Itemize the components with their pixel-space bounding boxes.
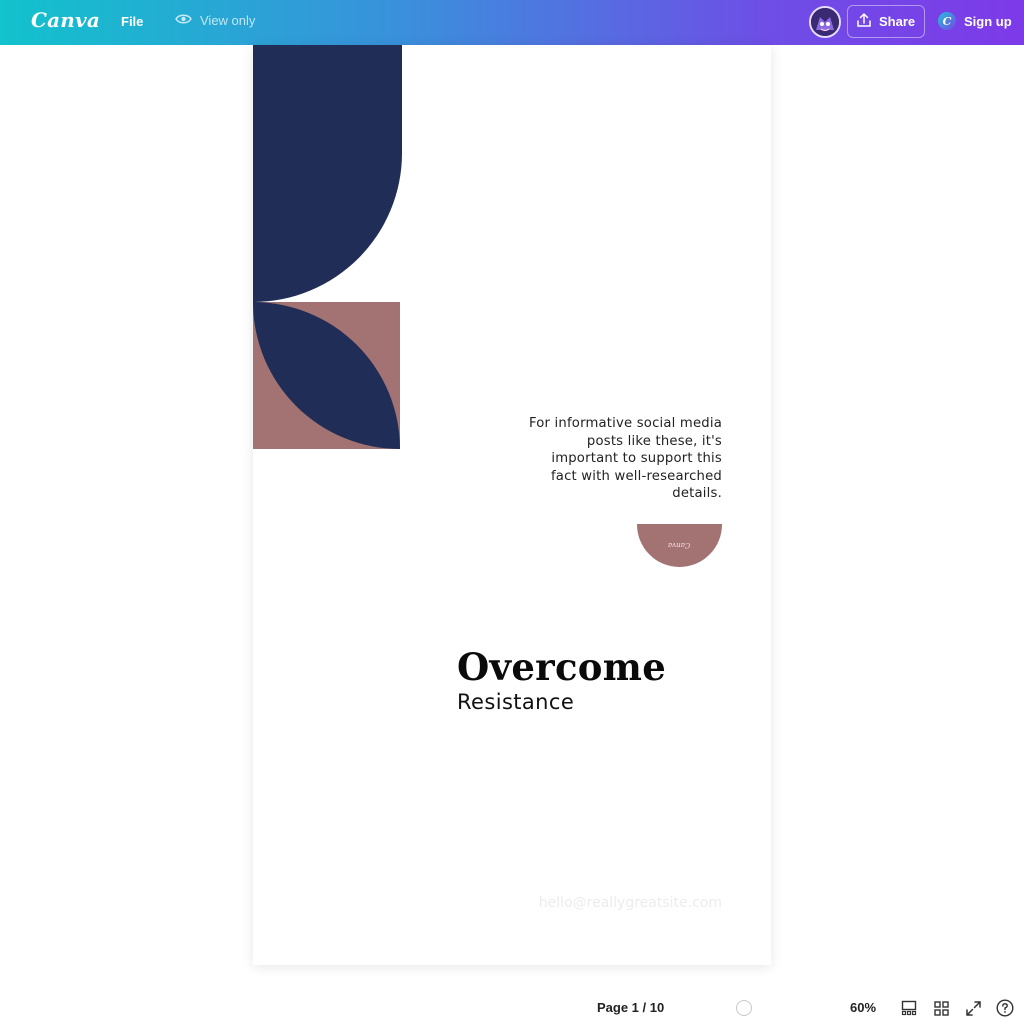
share-upload-icon bbox=[856, 12, 872, 31]
design-page[interactable]: For informative social media posts like … bbox=[253, 45, 771, 965]
design-title: Overcome bbox=[457, 645, 667, 689]
timer-icon[interactable] bbox=[736, 1000, 752, 1016]
bottom-bar: Page 1 / 10 60% bbox=[0, 988, 1024, 1024]
share-button[interactable]: Share bbox=[847, 5, 925, 38]
canva-logo[interactable]: Canva bbox=[31, 8, 100, 32]
email-text: hello@reallygreatsite.com bbox=[538, 895, 722, 911]
view-only-label: View only bbox=[200, 13, 256, 28]
body-text: For informative social media posts like … bbox=[528, 416, 722, 502]
top-bar: Canva File View only Share C Sign up bbox=[0, 0, 1024, 45]
rose-half-circle: Canva bbox=[637, 524, 722, 567]
navy-arch-shape bbox=[253, 45, 402, 302]
zoom-level[interactable]: 60% bbox=[850, 1000, 876, 1015]
design-subtitle: Resistance bbox=[457, 690, 575, 714]
grid-view-icon[interactable] bbox=[932, 999, 950, 1017]
canva-badge-icon: C bbox=[938, 12, 956, 30]
thumbnails-icon[interactable] bbox=[900, 999, 918, 1017]
help-icon[interactable] bbox=[996, 999, 1014, 1017]
sign-up-button[interactable]: C Sign up bbox=[938, 12, 1012, 30]
file-menu-button[interactable]: File bbox=[121, 14, 143, 29]
eye-icon bbox=[175, 13, 192, 28]
page-indicator[interactable]: Page 1 / 10 bbox=[597, 1000, 664, 1015]
view-only-indicator: View only bbox=[175, 13, 255, 28]
share-label: Share bbox=[879, 14, 916, 29]
sign-up-label: Sign up bbox=[964, 13, 1012, 29]
avatar[interactable] bbox=[809, 6, 841, 38]
fullscreen-icon[interactable] bbox=[964, 999, 982, 1017]
seal-text: Canva bbox=[668, 540, 691, 549]
